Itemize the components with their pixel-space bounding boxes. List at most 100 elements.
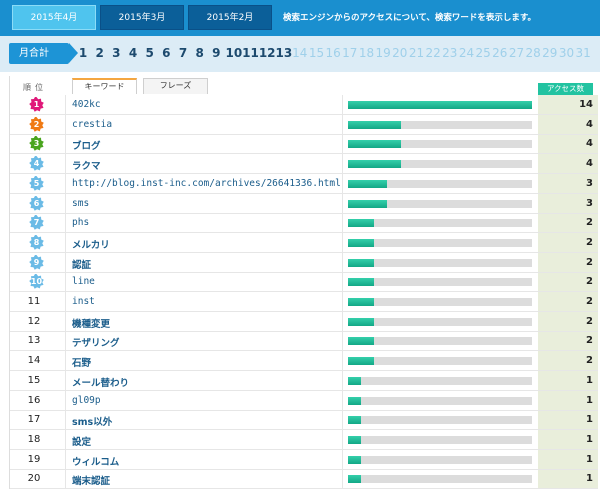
rank-number: 10 <box>30 277 43 287</box>
keyword-link[interactable]: 石野 <box>72 355 91 369</box>
day-link[interactable]: 12 <box>259 46 276 60</box>
rank-number: 1 <box>33 100 40 109</box>
keyword-link[interactable]: 402kc <box>72 99 101 110</box>
column-divider <box>342 272 343 293</box>
table-row: 2 crestia 4 <box>10 114 598 135</box>
day-link: 16 <box>325 46 341 60</box>
column-divider <box>342 95 343 115</box>
month-tab[interactable]: 2015年2月 <box>188 5 272 30</box>
table-row: 7 phs 2 <box>10 213 598 234</box>
rank-number: 16 <box>27 394 41 406</box>
keyword-link[interactable]: http://blog.inst-inc.com/archives/266413… <box>72 178 341 189</box>
keyword-link[interactable]: 設定 <box>72 434 91 448</box>
rank-badge-icon: 1 <box>29 96 44 112</box>
day-link: 29 <box>542 46 558 60</box>
access-bar-track <box>348 199 532 208</box>
access-bar-fill <box>348 376 362 385</box>
access-bar-track <box>348 120 532 129</box>
access-bar-track <box>348 337 532 346</box>
day-link[interactable]: 4 <box>126 46 141 60</box>
access-count: 2 <box>586 335 593 347</box>
keyword-link[interactable]: テザリング <box>72 335 120 349</box>
day-link[interactable]: 10 <box>226 46 243 60</box>
access-bar-track <box>348 179 532 188</box>
day-link: 18 <box>358 46 375 60</box>
access-count: 2 <box>586 236 593 248</box>
table-row: 6 sms 3 <box>10 193 598 214</box>
day-link[interactable]: 7 <box>176 46 191 60</box>
day-link: 17 <box>342 46 358 60</box>
rank-badge-icon: 5 <box>29 175 44 191</box>
column-divider <box>65 232 66 253</box>
keyword-link[interactable]: inst <box>72 296 95 307</box>
column-divider <box>65 292 66 312</box>
access-bar-fill <box>348 179 388 188</box>
keyword-link[interactable]: ウィルコム <box>72 454 119 468</box>
month-tab[interactable]: 2015年3月 <box>100 5 184 30</box>
month-tab[interactable]: 2015年4月 <box>12 5 96 30</box>
day-link[interactable]: 11 <box>242 46 259 60</box>
column-divider <box>342 351 343 372</box>
keyword-link[interactable]: 認証 <box>72 257 91 271</box>
column-divider <box>342 252 343 273</box>
keyword-link[interactable]: メール替わり <box>72 375 129 389</box>
day-link[interactable]: 13 <box>276 46 293 60</box>
table-row: 17 sms以外 1 <box>10 410 598 431</box>
keyword-link[interactable]: メルカリ <box>72 237 110 251</box>
table-row: 16 gl09p 1 <box>10 390 598 411</box>
rank-badge-icon: 4 <box>29 155 44 171</box>
day-link[interactable]: 8 <box>192 46 207 60</box>
tab-phrase[interactable]: フレーズ <box>143 78 208 94</box>
table-row: 3 ブログ 4 <box>10 134 598 155</box>
keyword-link[interactable]: 機種変更 <box>72 316 110 330</box>
column-divider <box>65 370 66 391</box>
access-bar-fill <box>348 101 532 109</box>
keyword-link[interactable]: ブログ <box>72 138 101 152</box>
keyword-link[interactable]: 端末認証 <box>72 473 110 487</box>
day-link[interactable]: 9 <box>209 46 224 60</box>
monthly-total-button[interactable]: 月合計 <box>9 43 78 64</box>
day-link: 25 <box>475 46 491 60</box>
access-bar-fill <box>348 337 375 346</box>
column-divider <box>342 331 343 352</box>
day-link: 24 <box>458 46 475 60</box>
column-divider <box>65 311 66 332</box>
access-count: 1 <box>586 433 593 445</box>
access-count: 2 <box>586 256 593 268</box>
day-link[interactable]: 1 <box>76 46 91 60</box>
column-divider <box>65 469 66 489</box>
day-link: 27 <box>508 46 525 60</box>
keyword-link[interactable]: ラクマ <box>72 158 101 172</box>
column-divider <box>65 193 66 214</box>
table-row: 4 ラクマ 4 <box>10 154 598 175</box>
column-divider <box>342 154 343 175</box>
access-bar-track <box>348 416 532 425</box>
day-link[interactable]: 6 <box>159 46 174 60</box>
access-count: 2 <box>586 315 593 327</box>
access-count: 1 <box>586 453 593 465</box>
keyword-link[interactable]: crestia <box>72 119 112 130</box>
day-link: 21 <box>408 46 425 60</box>
rank-badge-icon: 10 <box>29 274 44 290</box>
access-count: 4 <box>586 158 593 170</box>
day-link[interactable]: 2 <box>92 46 107 60</box>
table-row: 8 メルカリ 2 <box>10 232 598 253</box>
access-count: 2 <box>586 355 593 367</box>
column-divider <box>342 134 343 155</box>
column-divider <box>65 173 66 194</box>
table-row: 10 line 2 <box>10 272 598 293</box>
keyword-link[interactable]: sms <box>72 198 89 209</box>
access-count: 3 <box>586 177 593 189</box>
rank-number: 9 <box>33 257 40 267</box>
day-link: 20 <box>392 46 408 60</box>
day-link[interactable]: 5 <box>142 46 157 60</box>
keyword-link[interactable]: phs <box>72 217 89 228</box>
column-divider <box>342 311 343 332</box>
column-divider <box>342 193 343 214</box>
access-bar-track <box>348 475 532 484</box>
keyword-link[interactable]: gl09p <box>72 395 101 406</box>
tab-keyword[interactable]: キーワード <box>72 78 137 94</box>
keyword-link[interactable]: line <box>72 276 95 287</box>
day-link[interactable]: 3 <box>109 46 124 60</box>
keyword-link[interactable]: sms以外 <box>72 414 112 428</box>
